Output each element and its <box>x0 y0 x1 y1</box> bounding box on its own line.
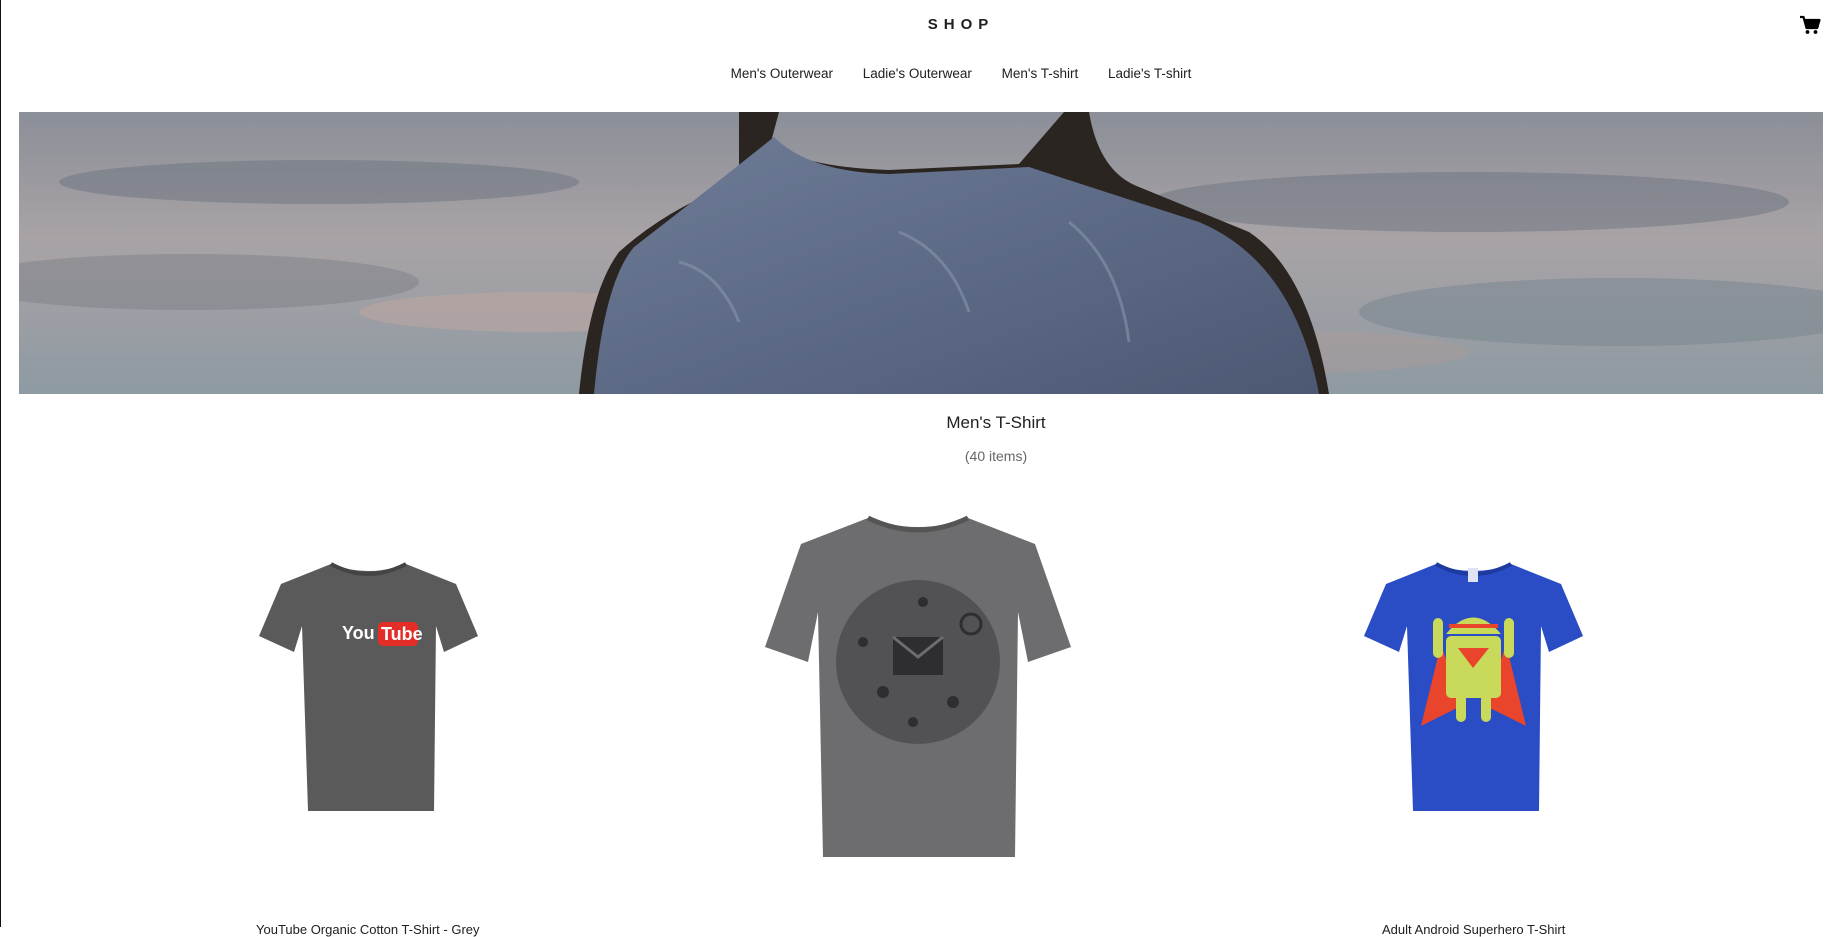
nav-ladies-tshirt[interactable]: Ladie's T-shirt <box>1108 66 1191 81</box>
logo[interactable]: SHOP <box>1 16 1841 33</box>
nav-ladies-outerwear[interactable]: Ladie's Outerwear <box>863 66 972 81</box>
category-item-count: (40 items) <box>964 448 1028 464</box>
product-image-icon-collage-tshirt <box>765 515 1071 857</box>
hero-banner-image <box>19 112 1823 394</box>
product-image-android-superhero-tshirt <box>1364 562 1583 811</box>
category-nav: Men's Outerwear Ladie's Outerwear Men's … <box>1 66 1841 81</box>
svg-text:Tube: Tube <box>381 624 423 644</box>
product-name[interactable]: YouTube Organic Cotton T-Shirt - Grey <box>256 922 480 937</box>
product-card[interactable] <box>763 512 1073 862</box>
shopping-cart-icon[interactable] <box>1799 15 1821 35</box>
svg-text:You: You <box>342 623 375 643</box>
nav-mens-outerwear[interactable]: Men's Outerwear <box>731 66 833 81</box>
product-image-youtube-tshirt: You Tube <box>259 562 478 811</box>
product-card[interactable] <box>1361 556 1586 816</box>
header: SHOP <box>1 0 1841 52</box>
product-card[interactable]: You Tube <box>256 556 481 816</box>
category-title: Men's T-Shirt <box>946 413 1046 432</box>
product-name[interactable]: Adult Android Superhero T-Shirt <box>1382 922 1565 937</box>
nav-mens-tshirt[interactable]: Men's T-shirt <box>1002 66 1079 81</box>
